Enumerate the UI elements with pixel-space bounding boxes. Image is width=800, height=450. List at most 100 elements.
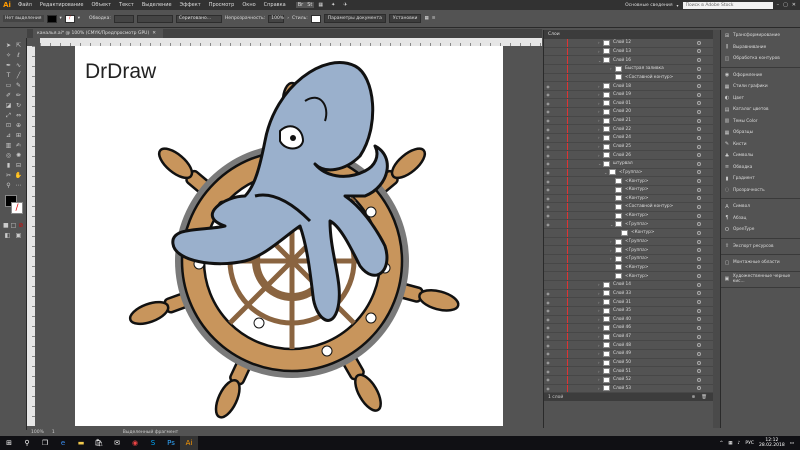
panel-character[interactable]: A Символ	[721, 201, 800, 213]
target-circle-icon[interactable]	[697, 300, 701, 305]
visibility-eye-icon[interactable]: ◉	[544, 343, 552, 348]
close-icon[interactable]: ✕	[792, 2, 796, 8]
target-circle-icon[interactable]	[697, 153, 701, 158]
layer-row[interactable]: ◉ › Слой 50	[544, 358, 713, 368]
layer-row[interactable]: <Контур>	[544, 229, 713, 238]
panel-graphic-styles[interactable]: ▦ Стили графики	[721, 81, 800, 93]
target-circle-icon[interactable]	[697, 109, 701, 114]
target-circle-icon[interactable]	[697, 213, 701, 218]
target-circle-icon[interactable]	[697, 135, 701, 140]
fill-swatch[interactable]	[46, 14, 57, 23]
target-circle-icon[interactable]	[697, 187, 701, 192]
layer-row[interactable]: ◉ › Слой 46	[544, 324, 713, 333]
gradient-tool-icon[interactable]: ▥	[4, 141, 13, 150]
mail-icon[interactable]: ✉	[108, 436, 126, 450]
stock-search-input[interactable]: Поиск в Adobe Stock	[682, 1, 773, 9]
layer-row[interactable]: › Слой 13	[544, 47, 713, 57]
panel-paragraph[interactable]: ¶ Абзац	[721, 213, 800, 225]
layer-row[interactable]: <Контур>	[544, 272, 713, 281]
gpu-icon[interactable]: ✦	[327, 2, 339, 8]
visibility-eye-icon[interactable]: ◉	[544, 360, 552, 365]
visibility-eye-icon[interactable]: ◉	[544, 204, 552, 209]
document-tab[interactable]: каналья.ai* @ 100% (CMYK/Предпросмотр GP…	[33, 29, 163, 38]
target-circle-icon[interactable]	[697, 179, 701, 184]
photoshop-icon[interactable]: Ps	[162, 436, 180, 450]
target-circle-icon[interactable]	[697, 58, 701, 63]
skype-icon[interactable]: S	[144, 436, 162, 450]
visibility-eye-icon[interactable]: ◉	[544, 170, 552, 175]
panel-menu-icon[interactable]: ≡	[432, 16, 436, 21]
visibility-eye-icon[interactable]: ◉	[544, 179, 552, 184]
layer-row[interactable]: ◉ › Слой 51	[544, 367, 713, 376]
visibility-eye-icon[interactable]: ◉	[544, 153, 552, 158]
curvature-tool-icon[interactable]: ∿	[14, 61, 23, 70]
menu-edit[interactable]: Редактирование	[36, 2, 88, 8]
none-mode-icon[interactable]: ⊘	[18, 221, 23, 230]
layers-tab[interactable]: Слои	[548, 32, 560, 37]
selection-tool-icon[interactable]: ➤	[4, 41, 13, 50]
layer-row[interactable]: ◉ <Контур>	[544, 194, 713, 204]
arrange-docs-icon[interactable]: ▦	[424, 16, 428, 21]
free-transform-tool-icon[interactable]: ⊡	[4, 121, 13, 130]
visibility-eye-icon[interactable]: ◉	[544, 334, 552, 339]
target-circle-icon[interactable]	[697, 118, 701, 123]
edge-icon[interactable]: e	[54, 436, 72, 450]
layer-row[interactable]: ◉ ⌄ <Группа>	[544, 168, 713, 178]
layer-row[interactable]: ◉ › Слой 21	[544, 116, 713, 126]
layer-row[interactable]: ◉ › Слой 35	[544, 306, 713, 316]
column-graph-tool-icon[interactable]: ▮	[4, 161, 13, 170]
panel-brushes[interactable]: ✎ Кисти	[721, 139, 800, 151]
panel-appearance[interactable]: ◉ Оформление	[721, 70, 800, 82]
layer-row[interactable]: ◉ › Слой 18	[544, 82, 713, 91]
blend-tool-icon[interactable]: ◎	[4, 151, 13, 160]
target-circle-icon[interactable]	[697, 265, 701, 270]
brush-definition[interactable]: Сериговано...	[175, 14, 222, 23]
layer-row[interactable]: ◉ › Слой 47	[544, 332, 713, 342]
variable-width-field[interactable]	[136, 14, 173, 23]
visibility-eye-icon[interactable]: ◉	[544, 127, 552, 132]
panel-art-brush[interactable]: ▣ Художественные черные кис...	[721, 274, 800, 286]
magic-wand-tool-icon[interactable]: ✧	[4, 51, 13, 60]
menu-type[interactable]: Текст	[115, 2, 138, 8]
horizontal-ruler[interactable]	[40, 38, 542, 46]
volume-icon[interactable]: ♪	[737, 441, 740, 446]
visibility-eye-icon[interactable]: ◉	[544, 92, 552, 97]
layer-row[interactable]: › <Группа>	[544, 246, 713, 256]
opacity-chevron-icon[interactable]: ›	[287, 16, 289, 21]
layer-row[interactable]: <Контур>	[544, 263, 713, 273]
eraser-tool-icon[interactable]: ◪	[4, 101, 13, 110]
visibility-eye-icon[interactable]: ◉	[544, 351, 552, 356]
screen-mode-icon[interactable]: ▣	[14, 231, 23, 240]
layer-row[interactable]: › Быстрая заливка	[544, 64, 713, 74]
target-circle-icon[interactable]	[697, 274, 701, 279]
layer-row[interactable]: ◉ <Составной контур>	[544, 203, 713, 212]
layer-row[interactable]: › Слой 14	[544, 280, 713, 290]
stroke-chevron-icon[interactable]: ▾	[78, 16, 80, 21]
shape-builder-tool-icon[interactable]: ⊕	[14, 121, 23, 130]
target-circle-icon[interactable]	[697, 66, 701, 71]
target-circle-icon[interactable]	[697, 170, 701, 175]
maximize-icon[interactable]: ▢	[783, 2, 788, 8]
menu-view[interactable]: Просмотр	[205, 2, 239, 8]
target-circle-icon[interactable]	[697, 291, 701, 296]
visibility-eye-icon[interactable]: ◉	[544, 187, 552, 192]
visibility-eye-icon[interactable]: ◉	[544, 325, 552, 330]
visibility-eye-icon[interactable]: ◉	[544, 377, 552, 382]
search-icon[interactable]: ⚲	[18, 436, 36, 450]
visibility-eye-icon[interactable]: ◉	[544, 135, 552, 140]
visibility-eye-icon[interactable]: ◉	[544, 84, 552, 89]
target-circle-icon[interactable]	[697, 256, 701, 261]
target-circle-icon[interactable]	[697, 127, 701, 132]
preferences-button[interactable]: Установки	[388, 14, 422, 23]
target-circle-icon[interactable]	[697, 386, 701, 391]
panel-transparency[interactable]: ◌ Прозрачность	[721, 185, 800, 197]
layer-row[interactable]: ◉ › Слой 52	[544, 375, 713, 385]
stroke-color-swatch[interactable]: /	[11, 202, 23, 214]
visibility-eye-icon[interactable]: ◉	[544, 369, 552, 374]
layer-row[interactable]: ◉ › Слой 53	[544, 384, 713, 394]
target-circle-icon[interactable]	[697, 325, 701, 330]
layer-row[interactable]: ◉ <Контур>	[544, 211, 713, 221]
paintbrush-tool-icon[interactable]: ✎	[14, 81, 23, 90]
hand-tool-icon[interactable]: ✋	[14, 171, 23, 180]
style-swatch[interactable]	[310, 14, 321, 23]
